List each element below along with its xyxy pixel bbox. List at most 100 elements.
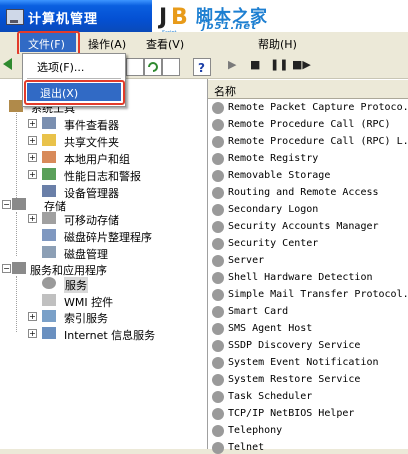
svg-text:B: B bbox=[171, 5, 188, 30]
watermark-site: jb51.net bbox=[202, 21, 257, 32]
list-item[interactable]: Removable Storage bbox=[228, 170, 330, 181]
tree-item-label: 设备管理器 bbox=[64, 187, 119, 200]
service-gear-icon bbox=[212, 119, 224, 131]
service-gear-icon bbox=[212, 136, 224, 148]
service-gear-icon bbox=[212, 442, 224, 454]
start-icon[interactable]: ▶ bbox=[228, 58, 236, 71]
menu-help[interactable]: 帮助(H) bbox=[258, 36, 297, 52]
service-gear-icon bbox=[212, 272, 224, 284]
service-gear-icon bbox=[212, 340, 224, 352]
exit-annotation bbox=[24, 80, 125, 105]
storage-icon bbox=[12, 198, 26, 210]
tree-services-apps-label: 服务和应用程序 bbox=[30, 264, 107, 277]
users-icon bbox=[42, 151, 56, 163]
list-item[interactable]: Telnet bbox=[228, 442, 264, 453]
tree-item-label: 本地用户和组 bbox=[64, 153, 130, 166]
tree-item-label: 性能日志和警报 bbox=[64, 170, 141, 183]
expand-icon[interactable]: + bbox=[28, 119, 37, 128]
list-item[interactable]: Shell Hardware Detection bbox=[228, 272, 373, 283]
tree-item-label: 共享文件夹 bbox=[64, 136, 119, 149]
list-item[interactable]: Remote Procedure Call (RPC) bbox=[228, 119, 391, 130]
tree-item-label: Internet 信息服务 bbox=[64, 329, 156, 342]
list-item[interactable]: SSDP Discovery Service bbox=[228, 340, 360, 351]
service-gear-icon bbox=[212, 204, 224, 216]
list-item[interactable]: Simple Mail Transfer Protocol. bbox=[228, 289, 408, 300]
wmi-icon bbox=[42, 294, 56, 306]
tree-item-label: WMI 控件 bbox=[64, 296, 114, 309]
defrag-icon bbox=[42, 229, 56, 241]
iis-icon bbox=[42, 327, 56, 339]
watermark: J B 脚本之家 jb51.net Script bbox=[152, 0, 408, 36]
back-icon[interactable] bbox=[3, 58, 12, 70]
list-item[interactable]: Remote Procedure Call (RPC) L. bbox=[228, 136, 408, 147]
export-icon[interactable] bbox=[162, 58, 180, 76]
list-item[interactable]: Routing and Remote Access bbox=[228, 187, 379, 198]
list-item[interactable]: Security Accounts Manager bbox=[228, 221, 379, 232]
expand-icon[interactable]: + bbox=[28, 329, 37, 338]
computer-management-icon bbox=[6, 9, 24, 25]
list-item[interactable]: Secondary Logon bbox=[228, 204, 318, 215]
refresh-icon[interactable] bbox=[144, 58, 162, 76]
list-item[interactable]: Security Center bbox=[228, 238, 318, 249]
svg-text:J: J bbox=[158, 5, 167, 30]
list-item[interactable]: Server bbox=[228, 255, 264, 266]
list-item[interactable]: Task Scheduler bbox=[228, 391, 312, 402]
menu-view[interactable]: 查看(V) bbox=[146, 36, 184, 52]
list-item[interactable]: System Event Notification bbox=[228, 357, 379, 368]
window-title: 计算机管理 bbox=[28, 12, 99, 27]
disk-management-icon bbox=[42, 246, 56, 258]
menu-item-options[interactable]: 选项(F)... bbox=[37, 59, 84, 75]
list-item[interactable]: System Restore Service bbox=[228, 374, 360, 385]
service-gear-icon bbox=[212, 238, 224, 250]
device-manager-icon bbox=[42, 185, 56, 197]
properties-icon[interactable] bbox=[126, 58, 144, 76]
expand-icon[interactable]: + bbox=[28, 312, 37, 321]
service-gear-icon bbox=[212, 306, 224, 318]
tree-item-label: 可移动存储 bbox=[64, 214, 119, 227]
list-item[interactable]: SMS Agent Host bbox=[228, 323, 312, 334]
shared-folder-icon bbox=[42, 134, 56, 146]
column-header-name[interactable]: 名称 bbox=[208, 80, 408, 99]
service-gear-icon bbox=[212, 425, 224, 437]
collapse-icon[interactable]: − bbox=[2, 264, 11, 273]
service-gear-icon bbox=[212, 289, 224, 301]
list-item[interactable]: Remote Registry bbox=[228, 153, 318, 164]
list-item[interactable]: Smart Card bbox=[228, 306, 288, 317]
expand-icon[interactable]: + bbox=[28, 214, 37, 223]
help-icon[interactable]: ? bbox=[193, 58, 211, 76]
menu-action[interactable]: 操作(A) bbox=[88, 36, 126, 52]
service-gear-icon bbox=[212, 153, 224, 165]
column-header-label: 名称 bbox=[214, 85, 236, 98]
svg-text:?: ? bbox=[198, 61, 205, 75]
service-gear-icon bbox=[212, 170, 224, 182]
service-gear-icon bbox=[212, 102, 224, 114]
services-gear-icon bbox=[42, 277, 56, 289]
expand-icon[interactable]: + bbox=[28, 136, 37, 145]
service-gear-icon bbox=[212, 221, 224, 233]
service-gear-icon bbox=[212, 391, 224, 403]
list-item[interactable]: Remote Packet Capture Protoco. bbox=[228, 102, 408, 113]
stop-icon[interactable]: ■ bbox=[250, 58, 260, 71]
toolbox-icon bbox=[9, 100, 23, 112]
list-item[interactable]: Telephony bbox=[228, 425, 282, 436]
collapse-icon[interactable]: − bbox=[2, 200, 11, 209]
service-gear-icon bbox=[212, 323, 224, 335]
tree-item-label: 磁盘管理 bbox=[64, 248, 108, 261]
jb51-logo-icon: J B bbox=[158, 2, 192, 30]
list-item[interactable]: TCP/IP NetBIOS Helper bbox=[228, 408, 354, 419]
tree-item-label: 事件查看器 bbox=[64, 119, 119, 132]
expand-icon[interactable]: + bbox=[28, 153, 37, 162]
tree-item-label: 服务 bbox=[64, 277, 88, 293]
indexing-icon bbox=[42, 310, 56, 322]
pause-icon[interactable]: ❚❚ bbox=[270, 58, 288, 71]
restart-icon[interactable]: ■▶ bbox=[292, 58, 311, 71]
service-gear-icon bbox=[212, 408, 224, 420]
service-gear-icon bbox=[212, 187, 224, 199]
expand-icon[interactable]: + bbox=[28, 170, 37, 179]
event-viewer-icon bbox=[42, 117, 56, 129]
performance-icon bbox=[42, 168, 56, 180]
tree-item-label: 索引服务 bbox=[64, 312, 108, 325]
service-gear-icon bbox=[212, 255, 224, 267]
services-apps-icon bbox=[12, 262, 26, 274]
service-gear-icon bbox=[212, 374, 224, 386]
